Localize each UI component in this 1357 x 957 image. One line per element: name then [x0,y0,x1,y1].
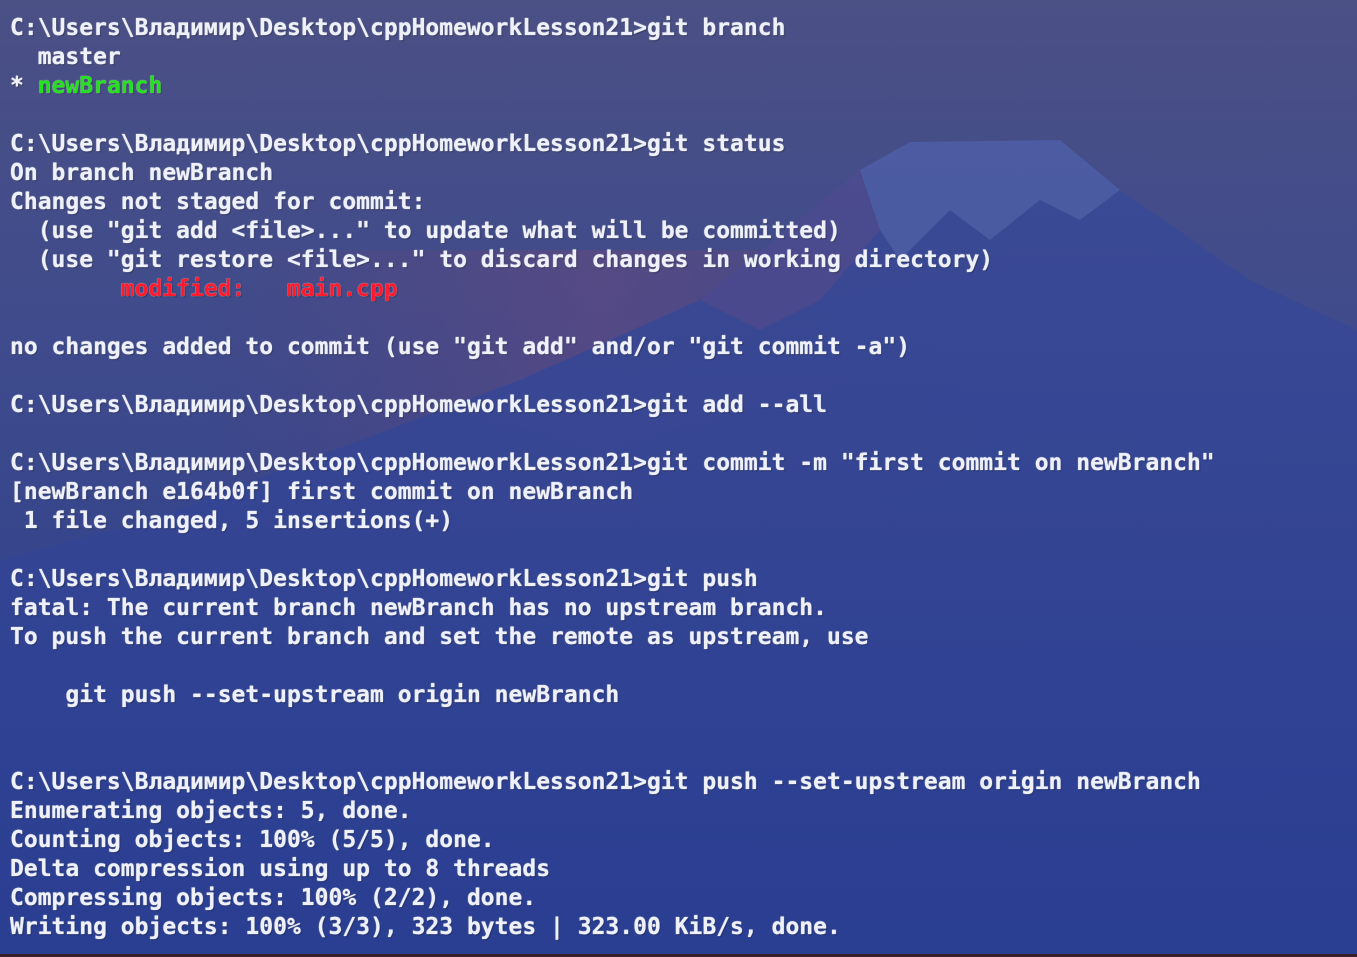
terminal-text: Delta compression using up to 8 threads [10,856,551,882]
terminal-line: (use "git restore <file>..." to discard … [10,246,1215,275]
terminal-text-red: modified: main.cpp [120,276,398,302]
terminal-line: no changes added to commit (use "git add… [10,333,1215,362]
terminal-line: * newBranch [10,72,1215,101]
terminal-line: modified: main.cpp [10,275,1215,304]
terminal-text: Enumerating objects: 5, done. [10,798,412,824]
terminal-text: On branch newBranch [10,160,274,186]
terminal-line: Counting objects: 100% (5/5), done. [10,826,1215,855]
terminal-text: Counting objects: 100% (5/5), done. [10,827,495,853]
terminal-text: C:\Users\Владимир\Desktop\cppHomeworkLes… [10,131,786,157]
terminal-line: Changes not staged for commit: [10,188,1215,217]
terminal-text: C:\Users\Владимир\Desktop\cppHomeworkLes… [10,450,1215,476]
terminal-line: C:\Users\Владимир\Desktop\cppHomeworkLes… [10,449,1215,478]
terminal-window[interactable]: C:\Users\Владимир\Desktop\cppHomeworkLes… [0,0,1357,957]
terminal-line: master [10,43,1215,72]
terminal-text: C:\Users\Владимир\Desktop\cppHomeworkLes… [10,15,786,41]
terminal-line: git push --set-upstream origin newBranch [10,681,1215,710]
terminal-line: C:\Users\Владимир\Desktop\cppHomeworkLes… [10,14,1215,43]
terminal-text: C:\Users\Владимир\Desktop\cppHomeworkLes… [10,392,827,418]
terminal-line: 1 file changed, 5 insertions(+) [10,507,1215,536]
terminal-text: C:\Users\Владимир\Desktop\cppHomeworkLes… [10,769,1201,795]
terminal-text: git push --set-upstream origin newBranch [10,682,620,708]
terminal-line: fatal: The current branch newBranch has … [10,594,1215,623]
terminal-text: * [10,73,38,99]
terminal-text: Changes not staged for commit: [10,189,426,215]
terminal-line: On branch newBranch [10,159,1215,188]
terminal-text: [newBranch e164b0f] first commit on newB… [10,479,634,505]
terminal-text: no changes added to commit (use "git add… [10,334,911,360]
terminal-line: C:\Users\Владимир\Desktop\cppHomeworkLes… [10,768,1215,797]
terminal-line: C:\Users\Владимир\Desktop\cppHomeworkLes… [10,565,1215,594]
terminal-text: (use "git restore <file>..." to discard … [10,247,994,273]
terminal-line: To push the current branch and set the r… [10,623,1215,652]
terminal-text: To push the current branch and set the r… [10,624,869,650]
terminal-line: C:\Users\Владимир\Desktop\cppHomeworkLes… [10,130,1215,159]
terminal-text: Writing objects: 100% (3/3), 323 bytes |… [10,914,841,940]
terminal-line: C:\Users\Владимир\Desktop\cppHomeworkLes… [10,391,1215,420]
terminal-line: Delta compression using up to 8 threads [10,855,1215,884]
terminal-output: C:\Users\Владимир\Desktop\cppHomeworkLes… [10,14,1215,942]
terminal-text: Compressing objects: 100% (2/2), done. [10,885,537,911]
terminal-text: (use "git add <file>..." to update what … [10,218,841,244]
terminal-text: C:\Users\Владимир\Desktop\cppHomeworkLes… [10,566,758,592]
terminal-line: (use "git add <file>..." to update what … [10,217,1215,246]
terminal-text: master [10,44,121,70]
terminal-line: Enumerating objects: 5, done. [10,797,1215,826]
terminal-line: Compressing objects: 100% (2/2), done. [10,884,1215,913]
terminal-line: [newBranch e164b0f] first commit on newB… [10,478,1215,507]
terminal-line: Writing objects: 100% (3/3), 323 bytes |… [10,913,1215,942]
terminal-text-green: newBranch [37,73,163,99]
terminal-text: fatal: The current branch newBranch has … [10,595,827,621]
terminal-text: 1 file changed, 5 insertions(+) [10,508,454,534]
